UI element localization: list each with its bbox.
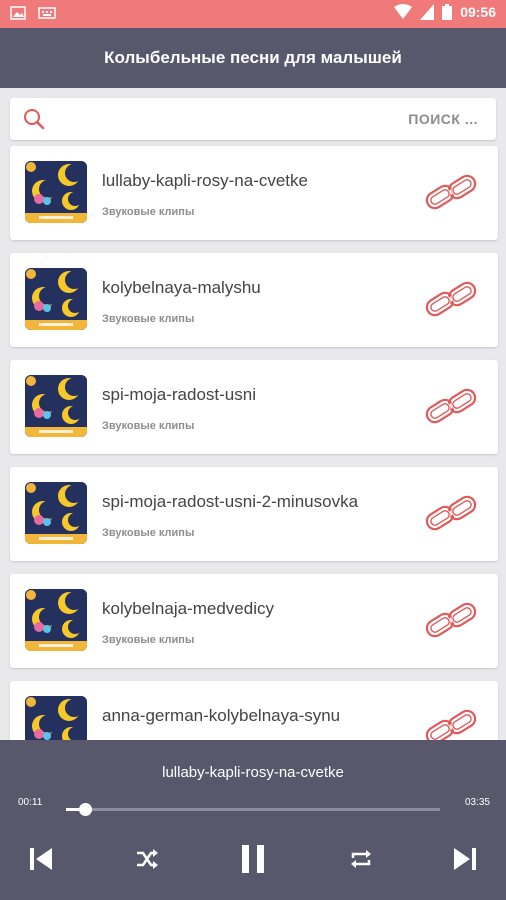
pause-icon	[242, 845, 264, 873]
app-bar: Колыбельные песни для малышей	[0, 28, 506, 88]
link-icon[interactable]	[422, 490, 480, 538]
keyboard-notification-icon	[38, 7, 56, 19]
album-thumbnail	[25, 589, 87, 651]
clip-name: anna-german-kolybelnaya-synu	[102, 706, 341, 725]
total-time: 03:35	[464, 797, 490, 808]
search-icon[interactable]	[22, 107, 46, 131]
image-notification-icon	[10, 6, 26, 20]
clip-name: spi-moja-radost-usni	[102, 385, 256, 404]
list-item[interactable]: kolybelnaya-malyshu Звуковые клипы	[10, 253, 498, 347]
current-time: 00:11	[18, 797, 43, 808]
progress-knob[interactable]	[78, 803, 92, 816]
search-bar[interactable]: ПОИСК ...	[10, 98, 496, 140]
link-icon[interactable]	[422, 169, 480, 217]
shuffle-button[interactable]	[132, 842, 162, 876]
page-title: Колыбельные песни для малышей	[104, 48, 402, 67]
skip-next-icon	[454, 848, 476, 870]
clip-name: lullaby-kapli-rosy-na-cvetke	[102, 171, 308, 190]
clip-category: Звуковые клипы	[102, 206, 195, 218]
status-time: 09:56	[460, 4, 496, 20]
battery-icon	[442, 4, 453, 20]
status-bar: 09:56	[0, 0, 506, 28]
list-item[interactable]: lullaby-kapli-rosy-na-cvetke Звуковые кл…	[10, 146, 498, 240]
link-icon[interactable]	[422, 276, 480, 324]
clip-category: Звуковые клипы	[102, 420, 195, 432]
link-icon[interactable]	[422, 383, 480, 431]
clip-name: kolybelnaja-medvedicy	[102, 599, 274, 618]
link-icon[interactable]	[422, 597, 480, 645]
previous-button[interactable]	[26, 842, 56, 876]
list-item[interactable]: spi-moja-radost-usni Звуковые клипы	[10, 360, 498, 454]
search-input[interactable]: ПОИСК ...	[408, 111, 478, 127]
shuffle-icon	[137, 849, 158, 869]
pause-button[interactable]	[236, 842, 270, 876]
repeat-button[interactable]	[346, 842, 376, 876]
wifi-icon	[394, 4, 413, 19]
list-item[interactable]: kolybelnaja-medvedicy Звуковые клипы	[10, 574, 498, 668]
next-button[interactable]	[450, 842, 480, 876]
clip-name: kolybelnaya-malyshu	[102, 278, 261, 297]
clip-category: Звуковые клипы	[102, 313, 195, 325]
player-bar: lullaby-kapli-rosy-na-cvetke 00:11 03:35	[0, 740, 506, 900]
progress-track[interactable]	[66, 808, 440, 811]
skip-previous-icon	[30, 848, 52, 870]
album-thumbnail	[25, 375, 87, 437]
clip-category: Звуковые клипы	[102, 527, 195, 539]
clip-name: spi-moja-radost-usni-2-minusovka	[102, 492, 359, 511]
now-playing-title: lullaby-kapli-rosy-na-cvetke	[162, 764, 344, 781]
signal-icon	[420, 4, 435, 20]
album-thumbnail	[25, 161, 87, 223]
clip-category: Звуковые клипы	[102, 634, 195, 646]
album-thumbnail	[25, 268, 87, 330]
list-item[interactable]: spi-moja-radost-usni-2-minusovka Звуковы…	[10, 467, 498, 561]
repeat-icon	[351, 850, 371, 868]
album-thumbnail	[25, 482, 87, 544]
